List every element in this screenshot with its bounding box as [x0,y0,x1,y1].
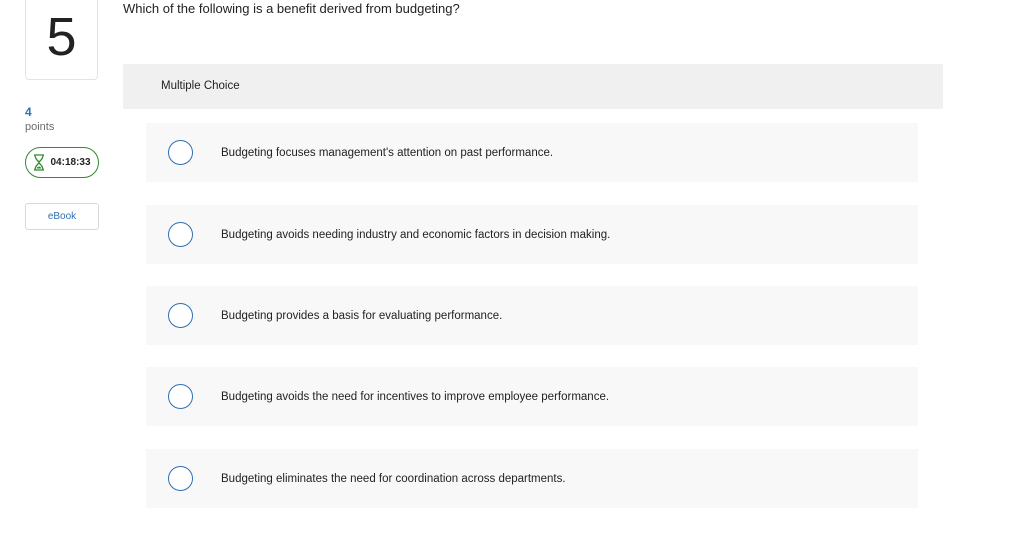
answer-option[interactable]: Budgeting provides a basis for evaluatin… [146,286,918,345]
answer-option-text: Budgeting focuses management's attention… [221,146,554,159]
radio-button[interactable] [168,466,193,491]
question-text: Which of the following is a benefit deri… [123,1,460,16]
points-label: points [25,121,55,133]
answer-option[interactable]: Budgeting focuses management's attention… [146,123,918,182]
answer-option-text: Budgeting eliminates the need for coordi… [221,472,566,485]
radio-button[interactable] [168,384,193,409]
answer-option[interactable]: Budgeting avoids needing industry and ec… [146,205,918,264]
radio-button[interactable] [168,303,193,328]
answer-option-text: Budgeting provides a basis for evaluatin… [221,309,503,322]
answer-option-text: Budgeting avoids the need for incentives… [221,390,610,403]
ebook-button[interactable]: eBook [25,203,99,230]
question-page: 5 4 points 04:18:33 eBook Which of the f… [0,0,1024,538]
timer-text: 04:18:33 [50,157,91,168]
answer-option[interactable]: Budgeting avoids the need for incentives… [146,367,918,426]
multiple-choice-panel: Multiple Choice Budgeting focuses manage… [123,64,943,538]
options-container: Budgeting focuses management's attention… [123,109,943,538]
multiple-choice-label: Multiple Choice [161,80,240,92]
radio-button[interactable] [168,140,193,165]
answer-option-text: Budgeting avoids needing industry and ec… [221,228,611,241]
hourglass-icon [34,154,45,171]
question-number: 5 [25,0,98,80]
answer-option[interactable]: Budgeting eliminates the need for coordi… [146,449,918,508]
timer-badge[interactable]: 04:18:33 [25,147,99,178]
radio-button[interactable] [168,222,193,247]
points-value: 4 [25,105,32,119]
